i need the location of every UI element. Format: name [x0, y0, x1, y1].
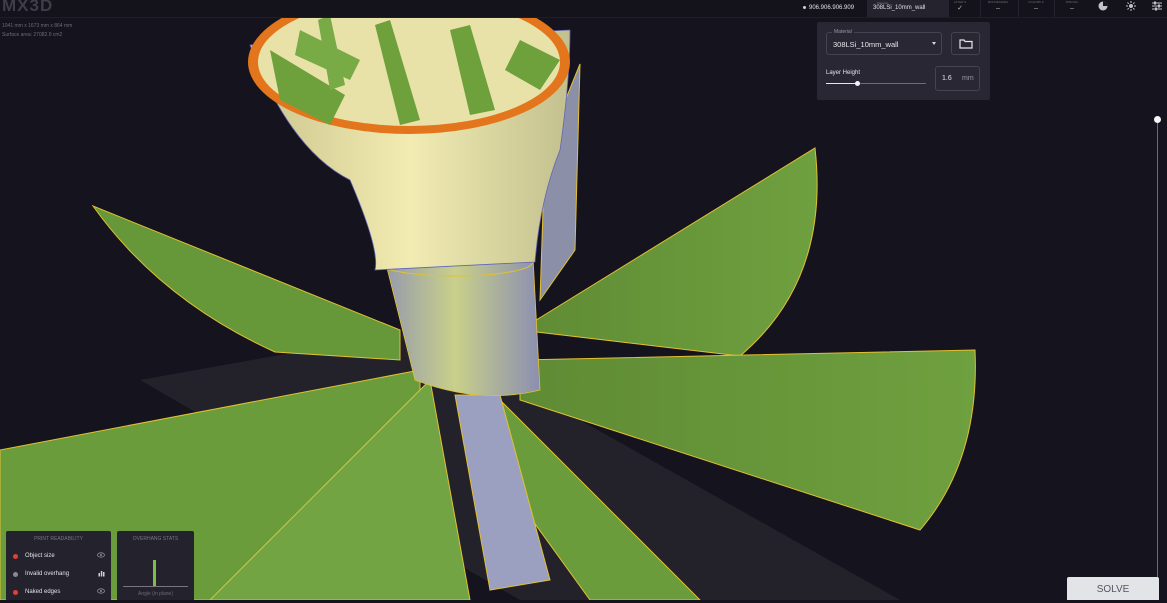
status-dot-icon — [803, 5, 806, 9]
check-special-label: SPECIAL — [1065, 0, 1079, 4]
check-boundaries-label: BOUNDARIES — [988, 0, 1008, 4]
check-special-value: – — [1070, 5, 1074, 12]
layer-height-slider-thumb[interactable] — [855, 81, 860, 86]
overhang-axis-label: Angle (in plane) — [137, 591, 174, 597]
eye-icon[interactable] — [97, 552, 105, 560]
check-boundaries-value: – — [996, 5, 1000, 12]
folder-icon — [959, 39, 973, 49]
check-colors-value: – — [1034, 5, 1038, 12]
material-select[interactable]: Material 308LSi_10mm_wall — [826, 29, 942, 55]
check-naked-edges-label: Naked edges — [25, 589, 61, 595]
layer-height-value: 1.6 — [942, 75, 952, 82]
fin-upper-left — [91, 204, 401, 361]
material-label: Material — [832, 29, 854, 35]
open-folder-button[interactable] — [951, 32, 980, 55]
file-id-chip[interactable]: 906.906.906.909 — [797, 0, 871, 17]
solve-button[interactable]: SOLVE — [1067, 577, 1159, 600]
layer-height-input[interactable]: 1.6 mm — [935, 66, 980, 91]
check-naked-edges[interactable]: Naked edges — [13, 588, 105, 598]
overhang-stats-card: OVERHANG STATS Angle (in plane) — [117, 531, 194, 600]
layer-height-label: Layer Height — [826, 70, 861, 76]
print-readability-card: PRINT READABILITY Object size Invalid ov… — [6, 531, 111, 600]
check-layer[interactable]: LAYER S ✓ — [942, 0, 977, 17]
chevron-down-icon — [932, 42, 936, 45]
error-status-icon — [13, 590, 18, 595]
neutral-status-icon — [13, 572, 18, 577]
check-special[interactable]: SPECIAL – — [1054, 0, 1089, 17]
overhang-histogram-bar — [153, 560, 156, 586]
check-colors[interactable]: COLORS S – — [1018, 0, 1053, 17]
check-colors-label: COLORS S — [1028, 0, 1044, 4]
check-layer-value: ✓ — [957, 5, 963, 12]
bar-chart-icon[interactable] — [98, 570, 105, 579]
check-layer-label: LAYER S — [953, 0, 967, 4]
material-chip-caption: Material — [877, 1, 888, 5]
check-invalid-overhang-label: Invalid overhang — [25, 571, 70, 577]
model-surface-area: Surface area: 27082.9 cm2 — [2, 32, 63, 38]
sun-icon[interactable] — [1124, 1, 1138, 15]
settings-panel: Material 308LSi_10mm_wall Layer Height 1… — [817, 22, 990, 100]
pie-chart-icon[interactable] — [1096, 1, 1110, 15]
eye-icon[interactable] — [97, 588, 105, 596]
check-boundaries[interactable]: BOUNDARIES – — [980, 0, 1015, 17]
layer-height-slider-fill — [826, 83, 857, 84]
check-invalid-overhang[interactable]: Invalid overhang — [13, 570, 105, 580]
model-dimensions: 1041 mm x 1673 mm x 864 mm — [2, 23, 73, 29]
check-object-size-label: Object size — [25, 553, 55, 559]
material-value: 308LSi_10mm_wall — [833, 40, 899, 49]
app-logo: MX3D — [2, 0, 54, 15]
layer-scrub-thumb[interactable] — [1154, 116, 1161, 123]
check-object-size[interactable]: Object size — [13, 552, 105, 562]
viewport-3d-canvas[interactable] — [0, 0, 1167, 600]
top-bar: MX3D 906.906.906.909 Material 308LSi_10m… — [0, 0, 1167, 18]
file-id: 906.906.906.909 — [809, 5, 855, 11]
sliders-icon[interactable] — [1150, 1, 1164, 15]
model-stats: 1041 mm x 1673 mm x 864 mm Surface area:… — [2, 22, 72, 40]
print-readability-title: PRINT READABILITY — [34, 536, 83, 542]
layer-scrub-track[interactable] — [1157, 119, 1158, 600]
error-status-icon — [13, 554, 18, 559]
overhang-stats-title: OVERHANG STATS — [132, 536, 179, 542]
overhang-histogram-axis — [123, 586, 188, 587]
material-chip[interactable]: Material 308LSi_10mm_wall — [867, 0, 949, 17]
layer-height-unit: mm — [962, 75, 974, 82]
